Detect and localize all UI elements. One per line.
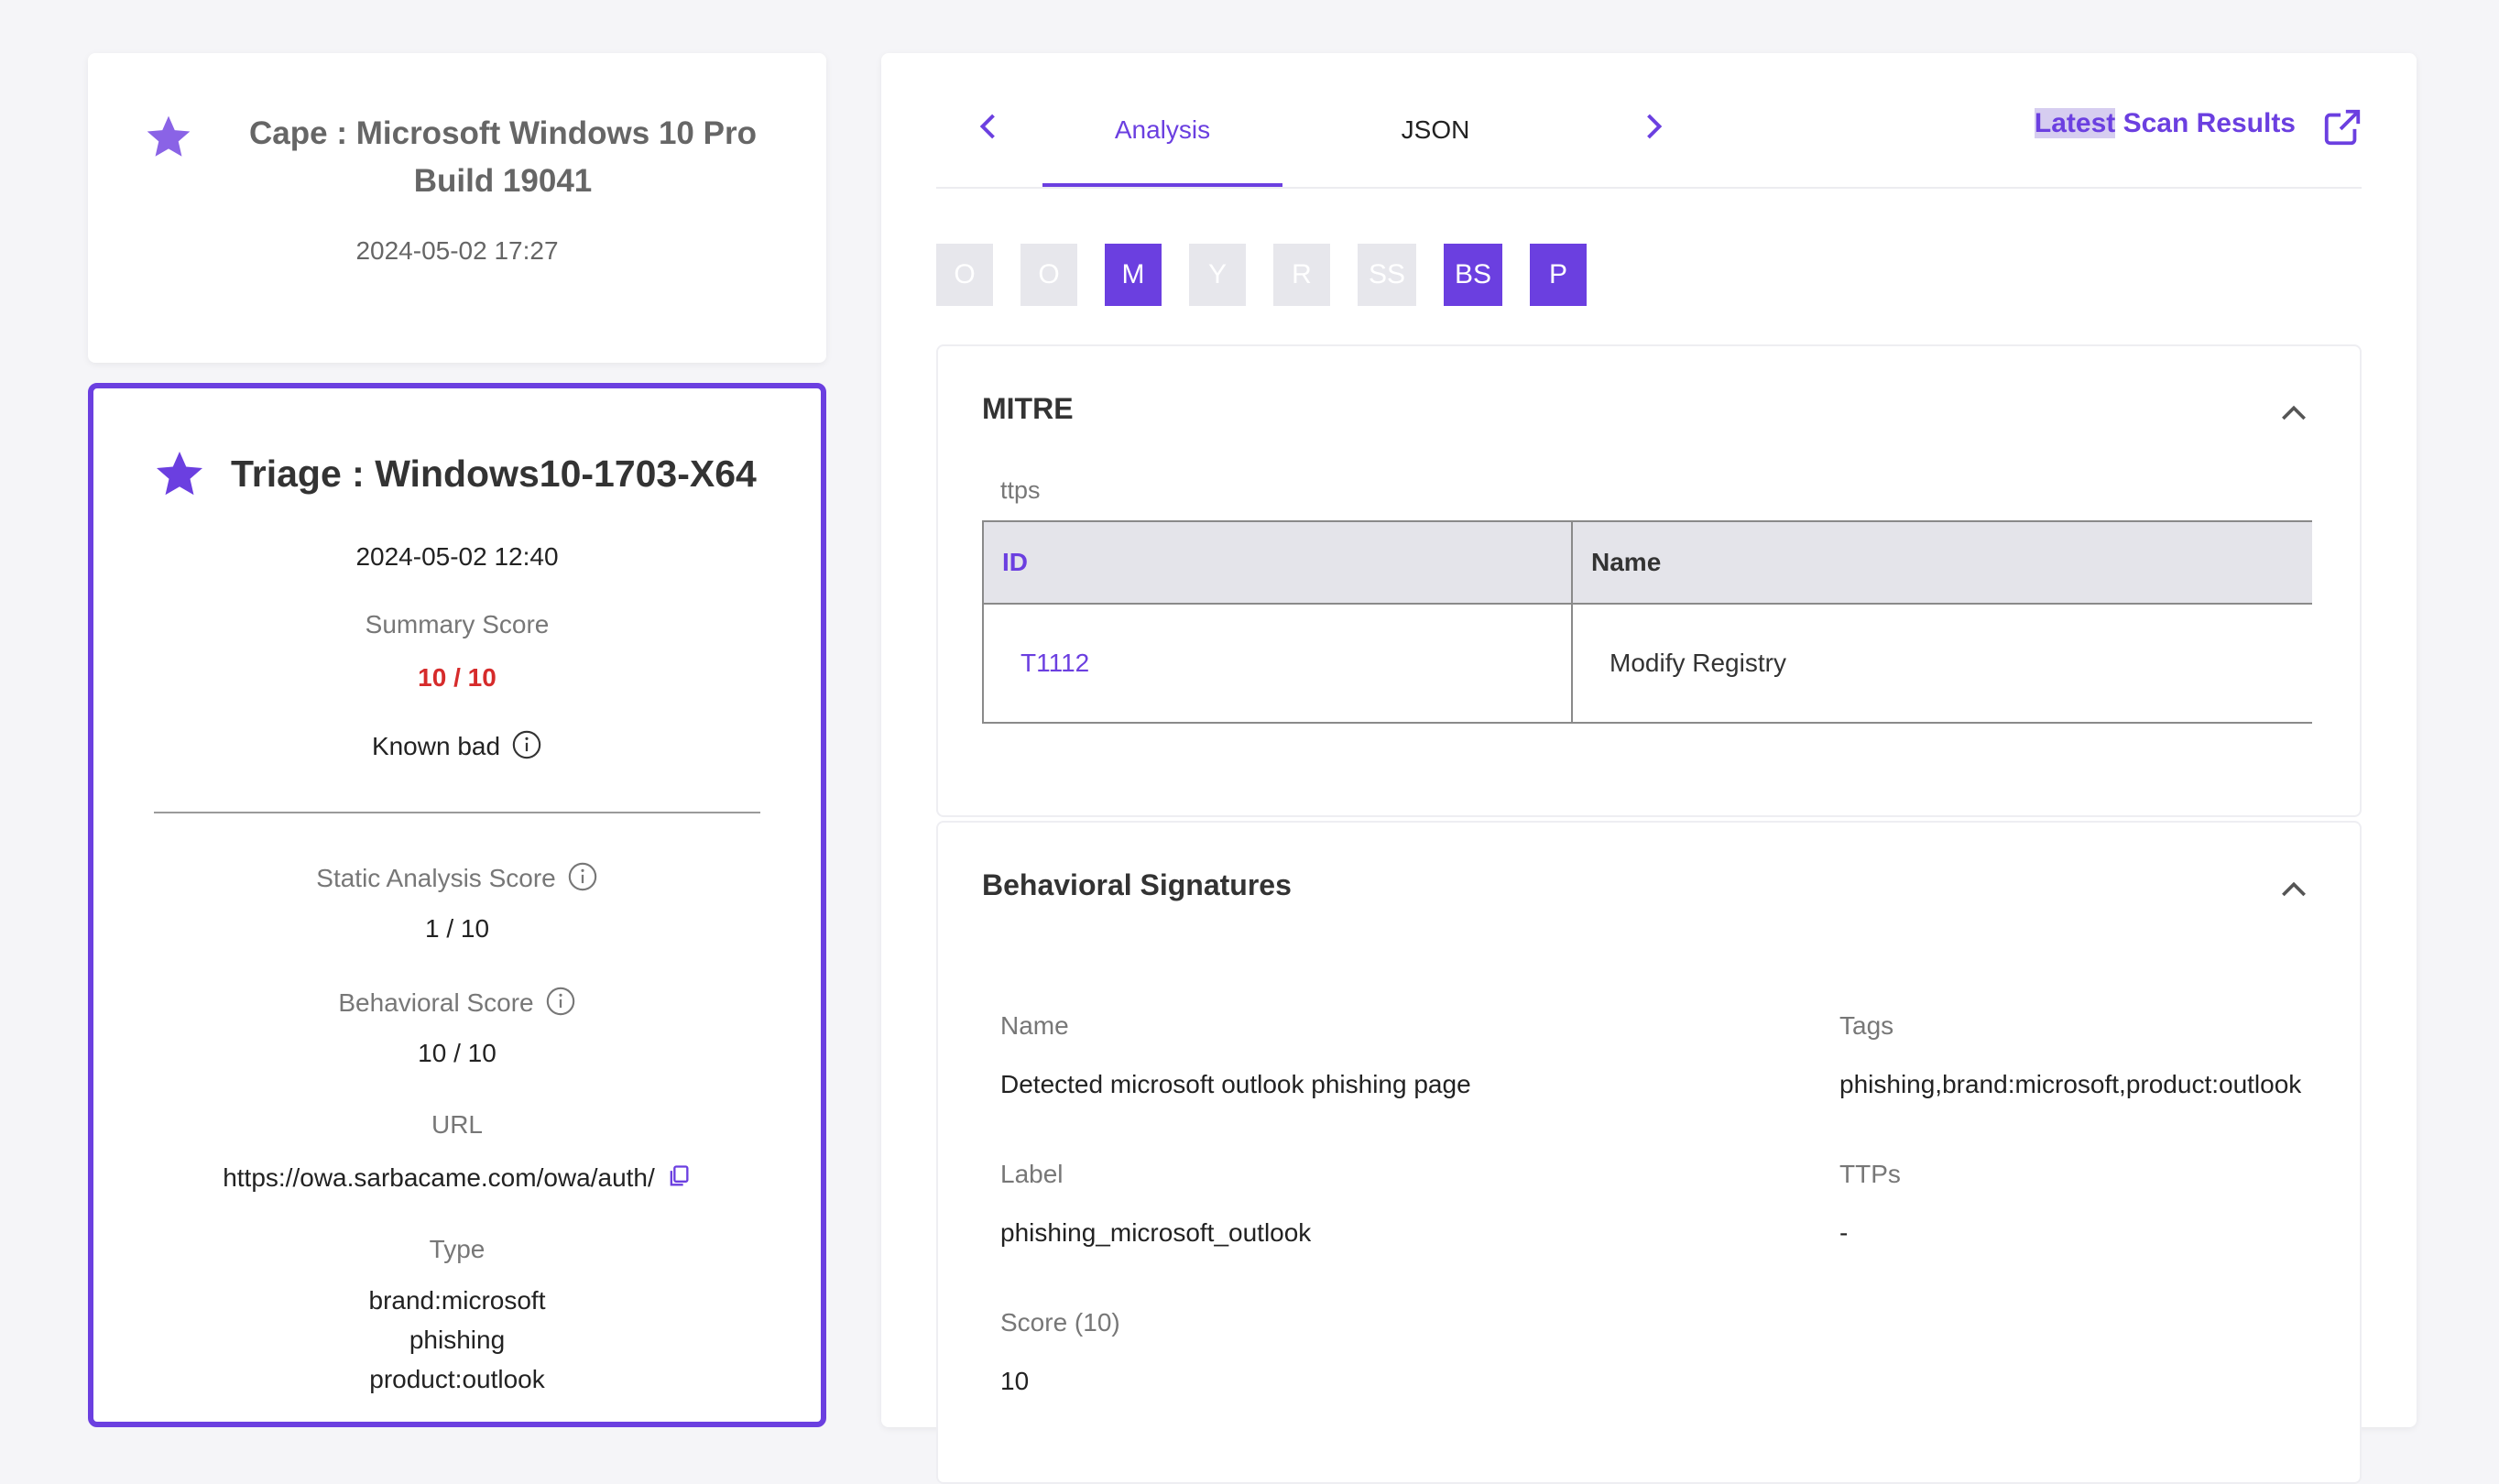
sig-label-label: Label xyxy=(1000,1160,1064,1188)
chevron-up-icon[interactable] xyxy=(2275,396,2312,437)
sig-score-value: 10 xyxy=(1000,1367,1030,1395)
sig-ttps-label: TTPs xyxy=(1839,1160,1901,1188)
type-value: brand:microsoft xyxy=(368,1286,546,1315)
sig-tags-value: phishing,brand:microsoft,product:outlook xyxy=(1839,1070,2302,1098)
chevron-right-icon[interactable] xyxy=(1636,110,1669,147)
behavioral-signatures-section: Behavioral Signatures Name Detected micr… xyxy=(936,821,2362,1484)
cape-title: Cape : Microsoft Windows 10 Pro Build 19… xyxy=(249,115,757,199)
chip-bs[interactable]: BS xyxy=(1444,244,1503,306)
ttps-table: ID Name T1112 Modify Registry xyxy=(982,520,2312,724)
type-value: phishing xyxy=(409,1326,506,1354)
mitre-title: MITRE xyxy=(982,392,1074,425)
sig-name-label: Name xyxy=(1000,1011,1069,1040)
chevron-up-icon[interactable] xyxy=(2275,872,2312,913)
sig-label-value: phishing_microsoft_outlook xyxy=(1000,1218,1312,1247)
info-icon[interactable] xyxy=(567,861,598,899)
tab-analysis[interactable]: Analysis xyxy=(1042,115,1282,145)
type-value: product:outlook xyxy=(369,1365,545,1393)
static-score-value: 1 / 10 xyxy=(424,914,490,943)
chip-ss[interactable]: SS xyxy=(1358,244,1417,306)
url-value: https://owa.sarbacame.com/owa/auth/ xyxy=(223,1163,655,1192)
latest-highlight: Latest xyxy=(2034,108,2116,138)
sig-name-value: Detected microsoft outlook phishing page xyxy=(1000,1070,1471,1098)
table-row: T1112 Modify Registry xyxy=(982,603,2312,724)
signatures-title: Behavioral Signatures xyxy=(982,868,1292,901)
column-header-id[interactable]: ID xyxy=(982,520,1573,605)
cape-date: 2024-05-02 17:27 xyxy=(355,236,559,265)
triage-title: Triage : Windows10-1703-X64 xyxy=(231,453,757,495)
ttp-id-link[interactable]: T1112 xyxy=(982,603,1573,724)
info-icon[interactable] xyxy=(511,729,542,767)
chip-m[interactable]: M xyxy=(1105,244,1162,306)
ttps-label: ttps xyxy=(1000,476,1041,504)
sig-score-label: Score (10) xyxy=(1000,1308,1120,1337)
cape-result-card[interactable]: Cape : Microsoft Windows 10 Pro Build 19… xyxy=(88,53,826,363)
static-score-row: Static Analysis Score xyxy=(93,861,821,899)
chip-y[interactable]: Y xyxy=(1189,244,1246,306)
sig-ttps-value: - xyxy=(1839,1218,1849,1247)
static-score-label: Static Analysis Score xyxy=(316,863,556,892)
chevron-left-icon[interactable] xyxy=(973,110,1006,147)
chip-r[interactable]: R xyxy=(1273,244,1330,306)
section-filter-chips: O O M Y R SS BS P xyxy=(936,244,1614,306)
sig-tags-label: Tags xyxy=(1839,1011,1894,1040)
summary-score-label: Summary Score xyxy=(365,610,550,638)
ttp-name: Modify Registry xyxy=(1571,603,2312,724)
column-header-name[interactable]: Name xyxy=(1571,520,2312,605)
star-icon[interactable] xyxy=(152,447,207,502)
latest-link-rest: Scan Results xyxy=(2115,108,2296,138)
type-label: Type xyxy=(429,1235,486,1263)
tabs-divider xyxy=(936,187,2362,189)
verdict-row: Known bad xyxy=(93,729,821,767)
tab-json[interactable]: JSON xyxy=(1321,115,1550,145)
behavioral-score-value: 10 / 10 xyxy=(418,1039,497,1067)
analysis-panel: Analysis JSON Latest Scan Results O O M … xyxy=(881,53,2417,1484)
url-row: https://owa.sarbacame.com/owa/auth/ xyxy=(93,1163,821,1195)
chip-o[interactable]: O xyxy=(936,244,993,306)
behavioral-score-row: Behavioral Score xyxy=(93,986,821,1023)
mitre-section: MITRE ttps ID Name T1112 Modify Registry xyxy=(936,344,2362,817)
latest-scan-results-link[interactable]: Latest Scan Results xyxy=(2034,108,2296,139)
chip-o[interactable]: O xyxy=(1020,244,1077,306)
divider xyxy=(154,812,760,813)
star-icon[interactable] xyxy=(143,112,194,163)
chip-p[interactable]: P xyxy=(1530,244,1588,306)
info-icon[interactable] xyxy=(545,986,576,1023)
table-header-row: ID Name xyxy=(982,520,2312,605)
triage-date: 2024-05-02 12:40 xyxy=(355,542,559,571)
summary-score-value: 10 / 10 xyxy=(418,663,497,692)
triage-result-card[interactable]: Triage : Windows10-1703-X64 2024-05-02 1… xyxy=(88,383,826,1427)
copy-icon[interactable] xyxy=(666,1163,692,1195)
verdict-text: Known bad xyxy=(371,731,501,760)
url-label: URL xyxy=(431,1110,483,1139)
external-link-icon[interactable] xyxy=(2321,106,2363,153)
behavioral-score-label: Behavioral Score xyxy=(338,988,534,1017)
